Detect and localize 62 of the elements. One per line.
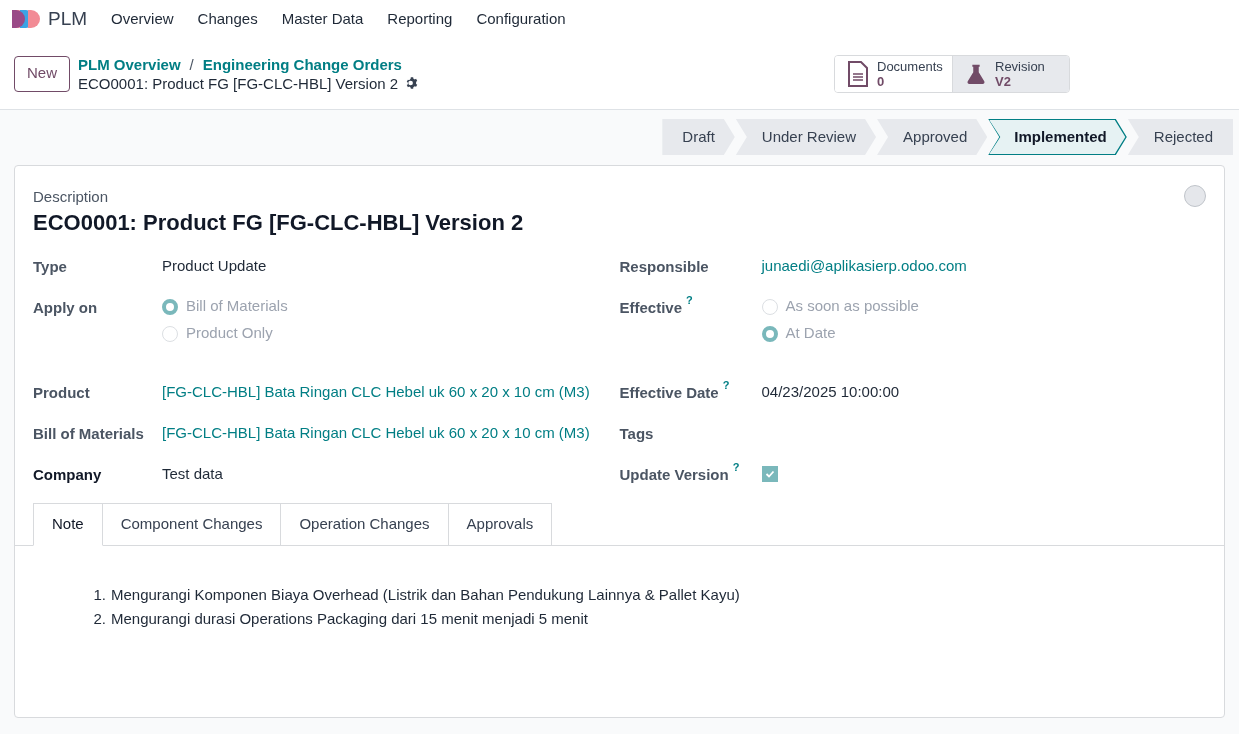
breadcrumb-link[interactable]: Engineering Change Orders [202,54,402,74]
radio-label: Product Only [186,323,273,344]
record-name: ECO0001: Product FG [FG-CLC-HBL] Version 2 [78,73,399,93]
app-logo-icon[interactable] [10,9,40,29]
form-tab[interactable]: Component Changes [102,502,282,546]
menu-item[interactable]: Reporting [387,7,453,31]
field-label: Company [33,464,102,485]
field-value: 04/23/2025 10:00:00 [761,382,900,400]
settings-icon[interactable] [405,76,420,90]
menu-item[interactable]: Configuration [476,7,566,31]
field-label: Apply on [33,297,98,318]
field-label: Effective Date [619,382,719,403]
smart-button-label: Documents [877,58,943,74]
status-stage[interactable]: Draft [662,119,735,155]
field-label: Tags [619,423,654,444]
radio-label: At Date [785,323,836,344]
field-value: Product Update [162,256,267,274]
status-stage[interactable]: Under Review [735,119,877,155]
menu-item[interactable]: Overview [111,7,174,31]
field-link[interactable]: junaedi@aplikasierp.odoo.com [761,256,967,274]
form-tab[interactable]: Approvals [448,502,553,546]
radio-button[interactable] [761,325,778,342]
field-value: Test data [162,464,223,482]
field-label: Product [33,382,90,403]
form-tab[interactable]: Note [33,502,103,546]
help-tooltip[interactable]: ? [686,293,693,306]
field-label: Update Version [619,464,729,485]
smart-button-value: 0 [877,73,886,89]
note-text: Mengurangi durasi Operations Packaging dari 15 menit menjadi 5 menit [111,608,588,629]
form-tab[interactable]: Operation Changes [281,502,449,546]
field-label: Type [33,256,67,277]
help-tooltip[interactable]: ? [722,378,730,391]
note-text: Mengurangi Komponen Biaya Overhead (Listrik dan Bahan Pendukung Lainnya & Pallet Kayu) [111,584,740,605]
menu-item[interactable]: Changes [197,7,258,31]
record-title: ECO0001: Product FG [FG-CLC-HBL] Version 2 [33,208,525,237]
status-stage[interactable]: Approved [877,119,988,155]
help-tooltip[interactable]: ? [732,460,740,473]
app-name[interactable]: PLM [48,4,88,34]
menu-item[interactable]: Master Data [281,7,364,31]
field-label: Description [33,187,109,207]
field-link[interactable]: [FG-CLC-HBL] Bata Ringan CLC Hebel uk 60 x 20 x 10 cm (M3) [162,423,590,441]
status-stage[interactable]: Rejected [1127,119,1233,155]
radio-button[interactable] [162,298,178,315]
status-stage[interactable]: Implemented [988,119,1127,155]
checkbox[interactable] [761,465,778,482]
list-number: 1. [92,584,106,605]
document-icon [847,60,869,87]
list-number: 2. [92,608,106,629]
field-label: Bill of Materials [33,423,144,444]
radio-label: As soon as possible [785,296,919,317]
field-link[interactable]: [FG-CLC-HBL] Bata Ringan CLC Hebel uk 60 x 20 x 10 cm (M3) [162,382,590,400]
breadcrumb-separator: / [189,54,194,74]
check-icon [764,468,775,479]
field-label: Effective [619,297,683,318]
smart-button-value: V2 [995,73,1012,89]
smart-button[interactable]: Revision V2 [952,55,1069,92]
new-button[interactable]: New [14,55,70,92]
radio-label: Bill of Materials [186,296,288,317]
breadcrumb-link[interactable]: PLM Overview [78,54,181,74]
smart-button-label: Revision [995,58,1045,74]
flask-icon [965,62,987,85]
field-label: Responsible [619,256,709,277]
